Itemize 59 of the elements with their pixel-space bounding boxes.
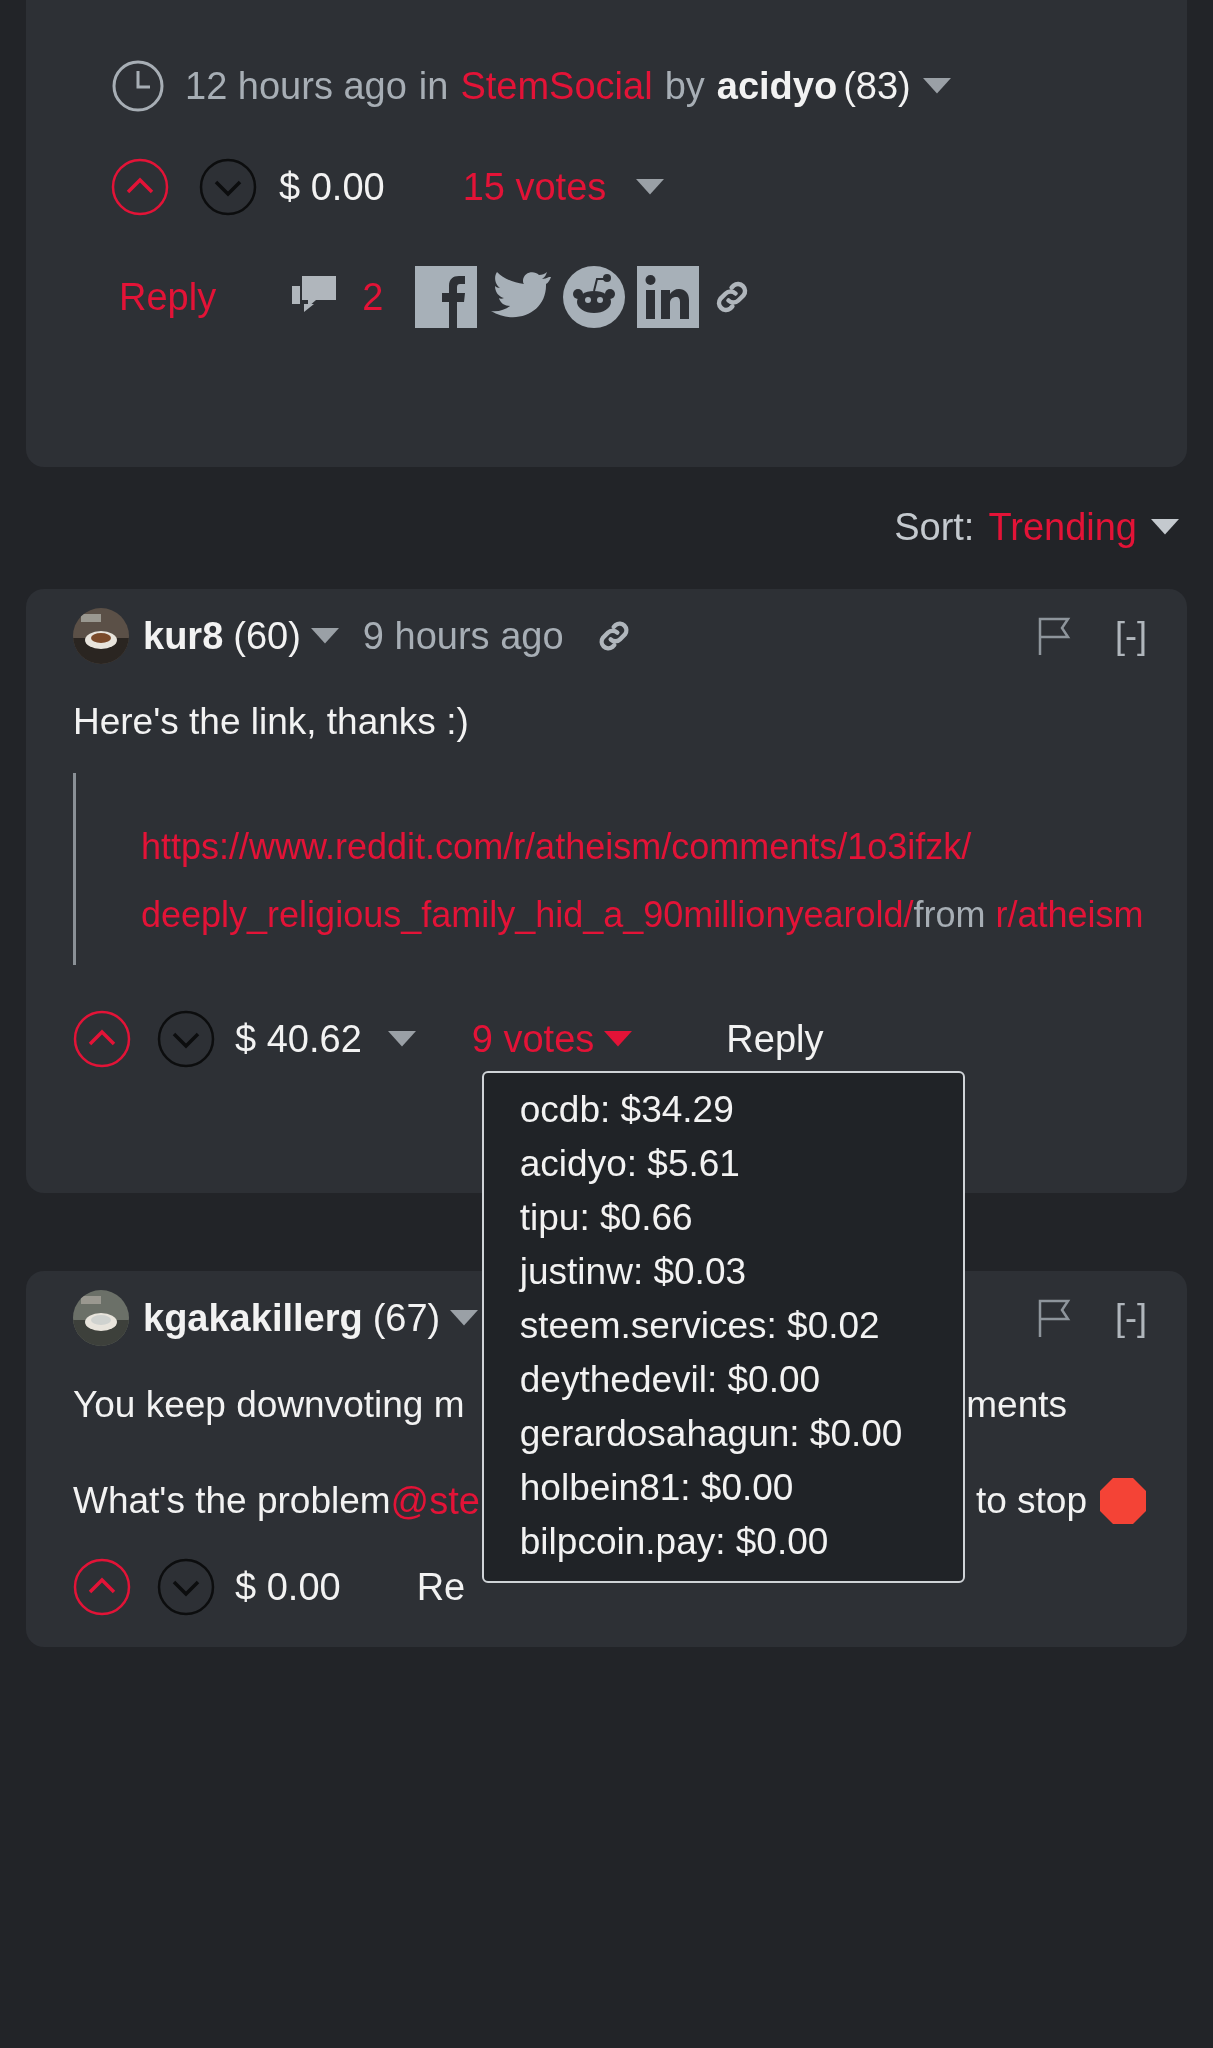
reply-button[interactable]: Reply — [119, 275, 217, 319]
stop-sign-icon — [1099, 1477, 1147, 1525]
comment-author[interactable]: kgakakillerg — [143, 1296, 363, 1340]
caret-icon[interactable] — [310, 628, 339, 644]
comment-text: ments — [966, 1384, 1067, 1426]
linkedin-icon[interactable] — [637, 266, 700, 328]
caret-icon[interactable] — [387, 1031, 416, 1047]
voter-entry: justinw: $0.03 — [519, 1249, 748, 1294]
author-name[interactable]: acidyo — [716, 64, 838, 108]
community-link[interactable]: StemSocial — [460, 64, 653, 108]
payout-amount: $ 0.00 — [235, 1565, 341, 1609]
caret-icon[interactable] — [1151, 519, 1179, 535]
quote-link[interactable]: deeply_religious_family_hid_a_90millionyearold/ — [141, 894, 914, 935]
post-time: 12 hours ago — [185, 64, 407, 108]
quote-link[interactable]: https://www.reddit.com/r/atheism/comments/1o3ifzk/ — [141, 826, 972, 867]
flag-icon[interactable] — [1037, 1298, 1073, 1338]
upvote-icon[interactable] — [111, 158, 169, 216]
caret-icon[interactable] — [922, 78, 951, 94]
voter-entry: ocdb: $34.29 — [519, 1087, 735, 1132]
comment-text: Here's the link, thanks :) — [73, 701, 470, 743]
collapse-button[interactable]: [-] — [1115, 615, 1147, 657]
voter-entry: bilpcoin.pay: $0.00 — [519, 1519, 830, 1564]
quote-link[interactable]: r/atheism — [995, 894, 1144, 935]
voter-entry: acidyo: $5.61 — [519, 1141, 741, 1186]
votes-button[interactable]: 9 votes — [471, 1017, 595, 1061]
comment-text: You keep downvoting m — [73, 1384, 465, 1426]
quote-text: https://www.reddit.com/r/atheism/comments/1o3ifzk/ deeply_religious_family_hid_a_90millionyearold/from r/atheism — [141, 825, 1145, 937]
votes-button[interactable]: 15 votes — [462, 165, 607, 209]
reply-button[interactable]: Reply — [726, 1017, 824, 1061]
mention-link[interactable]: @ste — [390, 1479, 480, 1523]
payout-amount: $ 0.00 — [279, 165, 385, 209]
caret-icon[interactable] — [450, 1310, 479, 1326]
voter-entry: holbein81: $0.00 — [519, 1465, 795, 1510]
author-reputation: (67) — [372, 1296, 441, 1340]
voter-entry: deythedevil: $0.00 — [519, 1357, 822, 1402]
clock-icon — [111, 59, 165, 113]
author-reputation: (60) — [233, 614, 301, 658]
flag-icon[interactable] — [1037, 616, 1073, 656]
voter-entry: gerardosahagun: $0.00 — [519, 1411, 904, 1456]
author-reputation: (83) — [843, 64, 911, 108]
comment-text: What's the problem — [73, 1480, 391, 1522]
facebook-icon[interactable] — [415, 266, 478, 328]
comment-count[interactable]: 2 — [362, 275, 384, 319]
voter-entry: steem.services: $0.02 — [519, 1303, 881, 1348]
collapse-button[interactable]: [-] — [1115, 1297, 1147, 1339]
comment-text: to stop — [975, 1480, 1087, 1522]
sort-label: Sort: — [894, 505, 975, 549]
comment-author[interactable]: kur8 — [143, 614, 224, 658]
caret-icon[interactable] — [636, 179, 665, 195]
upvote-icon[interactable] — [73, 1010, 131, 1068]
reply-button[interactable]: Re — [416, 1565, 466, 1609]
sort-dropdown[interactable]: Trending — [988, 505, 1137, 549]
comment-time: 9 hours ago — [362, 614, 564, 658]
in-label: in — [418, 64, 449, 108]
by-label: by — [664, 64, 705, 108]
payout-amount: $ 40.62 — [235, 1017, 362, 1061]
upvote-icon[interactable] — [73, 1558, 131, 1616]
voter-entry: tipu: $0.66 — [519, 1195, 694, 1240]
reddit-icon[interactable] — [563, 266, 626, 328]
